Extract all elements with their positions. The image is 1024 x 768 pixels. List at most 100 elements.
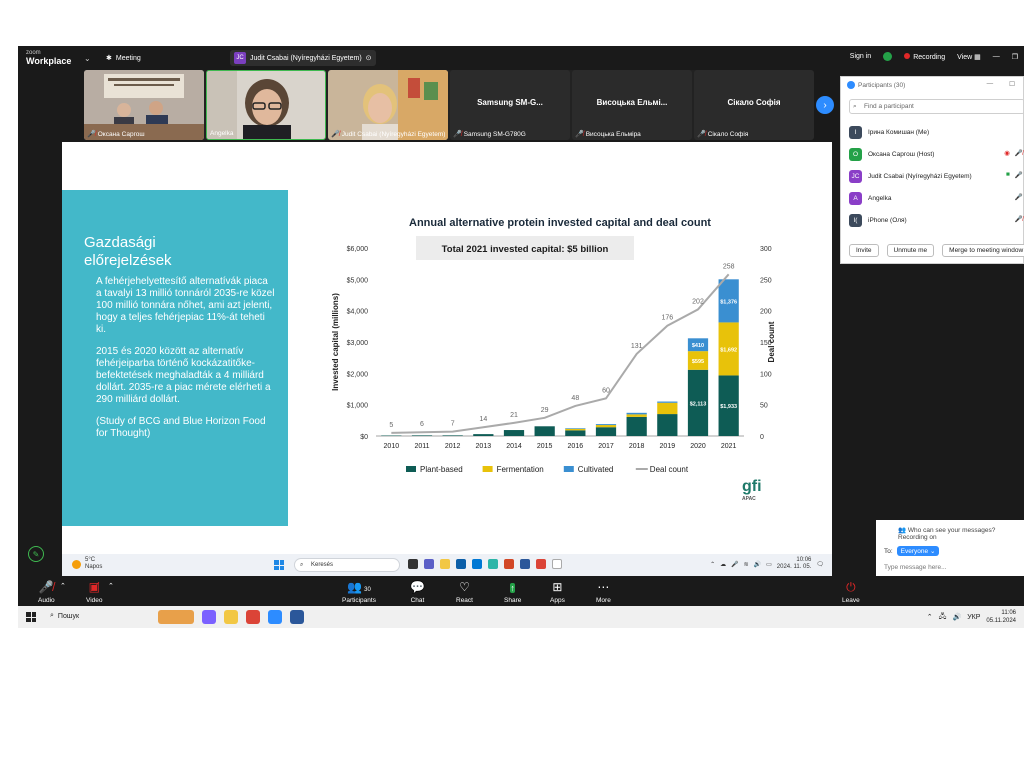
chrome-icon[interactable] <box>536 559 546 569</box>
zoom-window: zoom Workplace ⌄ ✱ Meeting JC Judit Csab… <box>18 46 1024 628</box>
share-button[interactable]: ↑ Share <box>504 580 521 604</box>
thumbnail-oksana[interactable]: 🎤̸ Оксана Саргош <box>84 70 204 140</box>
deal-count-label: 5 <box>389 422 393 429</box>
chevron-up-icon[interactable]: ⌃ <box>710 561 715 568</box>
store-icon[interactable] <box>456 559 466 569</box>
windows-start-icon[interactable] <box>26 612 36 622</box>
thumbnail-samsung[interactable]: Samsung SM-G... 🎤̸ Samsung SM-G780G <box>450 70 570 140</box>
chat-message-input[interactable]: Type message here... <box>884 564 947 571</box>
teams-icon[interactable] <box>424 559 434 569</box>
y2-tick-label: 250 <box>760 277 772 284</box>
word-icon[interactable] <box>290 610 304 624</box>
more-icon: ⋯ <box>597 580 610 594</box>
restore-icon[interactable]: ❐ <box>1012 53 1018 61</box>
speaker-icon[interactable]: 🔊 <box>754 561 761 568</box>
participant-search-input[interactable]: ⌕ Find a participant <box>849 99 1024 114</box>
word-icon[interactable] <box>520 559 530 569</box>
chevron-down-icon[interactable]: ⌄ <box>84 54 91 63</box>
document-icon[interactable] <box>552 559 562 569</box>
participant-row[interactable]: I Ірина Комишан (Me) <box>849 121 1024 143</box>
thumbnail-angelka[interactable]: Angelka <box>206 70 326 140</box>
leave-button[interactable]: ⏻ Leave <box>842 580 860 604</box>
widgets-icon[interactable] <box>158 610 194 624</box>
chrome-icon[interactable] <box>246 610 260 624</box>
notification-icon[interactable]: 🗨 <box>816 561 824 568</box>
video-button[interactable]: ▣̸ Video <box>86 580 103 604</box>
bar-plant-based <box>411 435 433 436</box>
edge-icon[interactable] <box>488 559 498 569</box>
chevron-up-icon[interactable]: ⌃ <box>927 613 933 621</box>
participants-button[interactable]: 👥 30 Participants <box>342 580 376 604</box>
people-icon: 👥 <box>898 527 907 534</box>
invite-button[interactable]: Invite <box>849 244 879 257</box>
more-button[interactable]: ⋯ More <box>596 580 611 604</box>
unmute-me-button[interactable]: Unmute me <box>886 244 935 257</box>
participants-panel: Participants (30) — ☐ ⌕ Find a participant… <box>840 76 1024 264</box>
x-tick-label: 2012 <box>445 443 461 450</box>
powerpoint-icon[interactable] <box>504 559 514 569</box>
windows-start-icon[interactable] <box>274 560 284 570</box>
video-options-chevron-icon[interactable]: ⌃ <box>108 582 114 590</box>
cloud-icon[interactable]: ☁ <box>720 561 726 568</box>
taskbar-search-input[interactable]: ⌕ Keresés <box>294 558 400 572</box>
folder-icon[interactable] <box>440 559 450 569</box>
chat-visibility-info[interactable]: 👥 Who can see your messages? Recording o… <box>898 526 1024 541</box>
bar-value-label: $1,933 <box>720 404 737 410</box>
zoom-icon[interactable] <box>268 610 282 624</box>
task-view-icon[interactable] <box>408 559 418 569</box>
mic-icon[interactable]: 🎤 <box>731 561 738 568</box>
taskbar-apps <box>408 559 562 569</box>
meeting-info-button[interactable]: ✱ Meeting <box>106 54 141 63</box>
sign-in-link[interactable]: Sign in <box>850 53 871 60</box>
outlook-icon[interactable] <box>472 559 482 569</box>
wifi-icon[interactable]: ≋ <box>744 561 749 568</box>
minimize-icon[interactable]: — <box>987 80 994 88</box>
weather-widget[interactable]: 5°C Napos <box>72 557 102 571</box>
participant-row[interactable]: A Angelka 🎤 <box>849 187 1024 209</box>
y-tick-label: $5,000 <box>347 277 369 284</box>
participants-icon: 👥 30 <box>347 580 371 594</box>
minimize-icon[interactable]: — <box>993 53 1000 60</box>
shared-screen-slide: Gazdasági előrejelzések A fehérjehelyette… <box>62 142 832 554</box>
restore-icon[interactable]: ☐ <box>1009 80 1015 88</box>
taskbar-search[interactable]: ⌕ Пошук <box>50 612 79 620</box>
x-tick-label: 2018 <box>629 443 645 450</box>
merge-to-meeting-window-button[interactable]: Merge to meeting window <box>942 244 1024 257</box>
deal-count-label: 60 <box>602 387 610 394</box>
x-tick-label: 2010 <box>384 443 400 450</box>
audio-button[interactable]: 🎤̸ Audio <box>38 580 55 604</box>
language-indicator[interactable]: УКР <box>967 614 980 621</box>
recording-icon: ◉ <box>1004 150 1010 157</box>
recording-indicator[interactable]: Recording <box>904 52 945 61</box>
react-button[interactable]: ♡ React <box>456 580 473 604</box>
clock[interactable]: 11:06 05.11.2024 <box>986 609 1016 625</box>
y2-tick-label: 100 <box>760 371 772 378</box>
view-button[interactable]: View ▦ <box>957 53 981 61</box>
participant-row[interactable]: JC Judit Csabai (Nyíregyházi Egyetem) ■ 🎤 <box>849 165 1024 187</box>
recipient-select[interactable]: Everyone ⌄ <box>896 546 940 556</box>
protein-investment-chart: Annual alternative protein invested capi… <box>331 217 776 474</box>
thumbnail-vysotska[interactable]: Висоцька Ельмі... 🎤̸ Висоцька Ельміра <box>572 70 692 140</box>
mic-icon: 🎤 <box>1014 194 1023 201</box>
network-icon[interactable]: 🖧 <box>939 612 947 623</box>
audio-options-chevron-icon[interactable]: ⌃ <box>60 582 66 590</box>
participant-row[interactable]: О Оксана Саргош (Host) ◉ 🎤̸ <box>849 143 1024 165</box>
x-tick-label: 2011 <box>414 443 429 450</box>
clock[interactable]: 10:06 2024. 11. 05. <box>777 557 812 571</box>
speaker-icon[interactable]: 🔊 <box>952 613 961 621</box>
annotate-pen-icon[interactable]: ✎ <box>28 546 44 562</box>
deal-count-label: 6 <box>420 421 424 428</box>
active-speaker-pill[interactable]: JC Judit Csabai (Nyíregyházi Egyetem) ⊙ <box>230 50 376 66</box>
copilot-icon[interactable] <box>202 610 216 624</box>
thumbnail-judit[interactable]: 🎤̸ Judit Csabai (Nyíregyházi Egyetem) <box>328 70 448 140</box>
chat-button[interactable]: 💬 Chat <box>410 580 425 604</box>
bar-plant-based <box>595 427 617 436</box>
mic-off-icon: 🎤̸ <box>87 131 96 138</box>
folder-icon[interactable] <box>224 610 238 624</box>
participant-row[interactable]: I( iPhone (Оля) 🎤̸ <box>849 209 1024 231</box>
battery-icon[interactable]: ▭ <box>766 561 772 568</box>
thumbnail-sikalo[interactable]: Сікало Софія 🎤̸ Сікало Софія <box>694 70 814 140</box>
next-page-arrow-icon[interactable]: › <box>816 96 834 114</box>
legend-swatch <box>563 466 574 472</box>
apps-button[interactable]: ⊞ Apps <box>550 580 565 604</box>
